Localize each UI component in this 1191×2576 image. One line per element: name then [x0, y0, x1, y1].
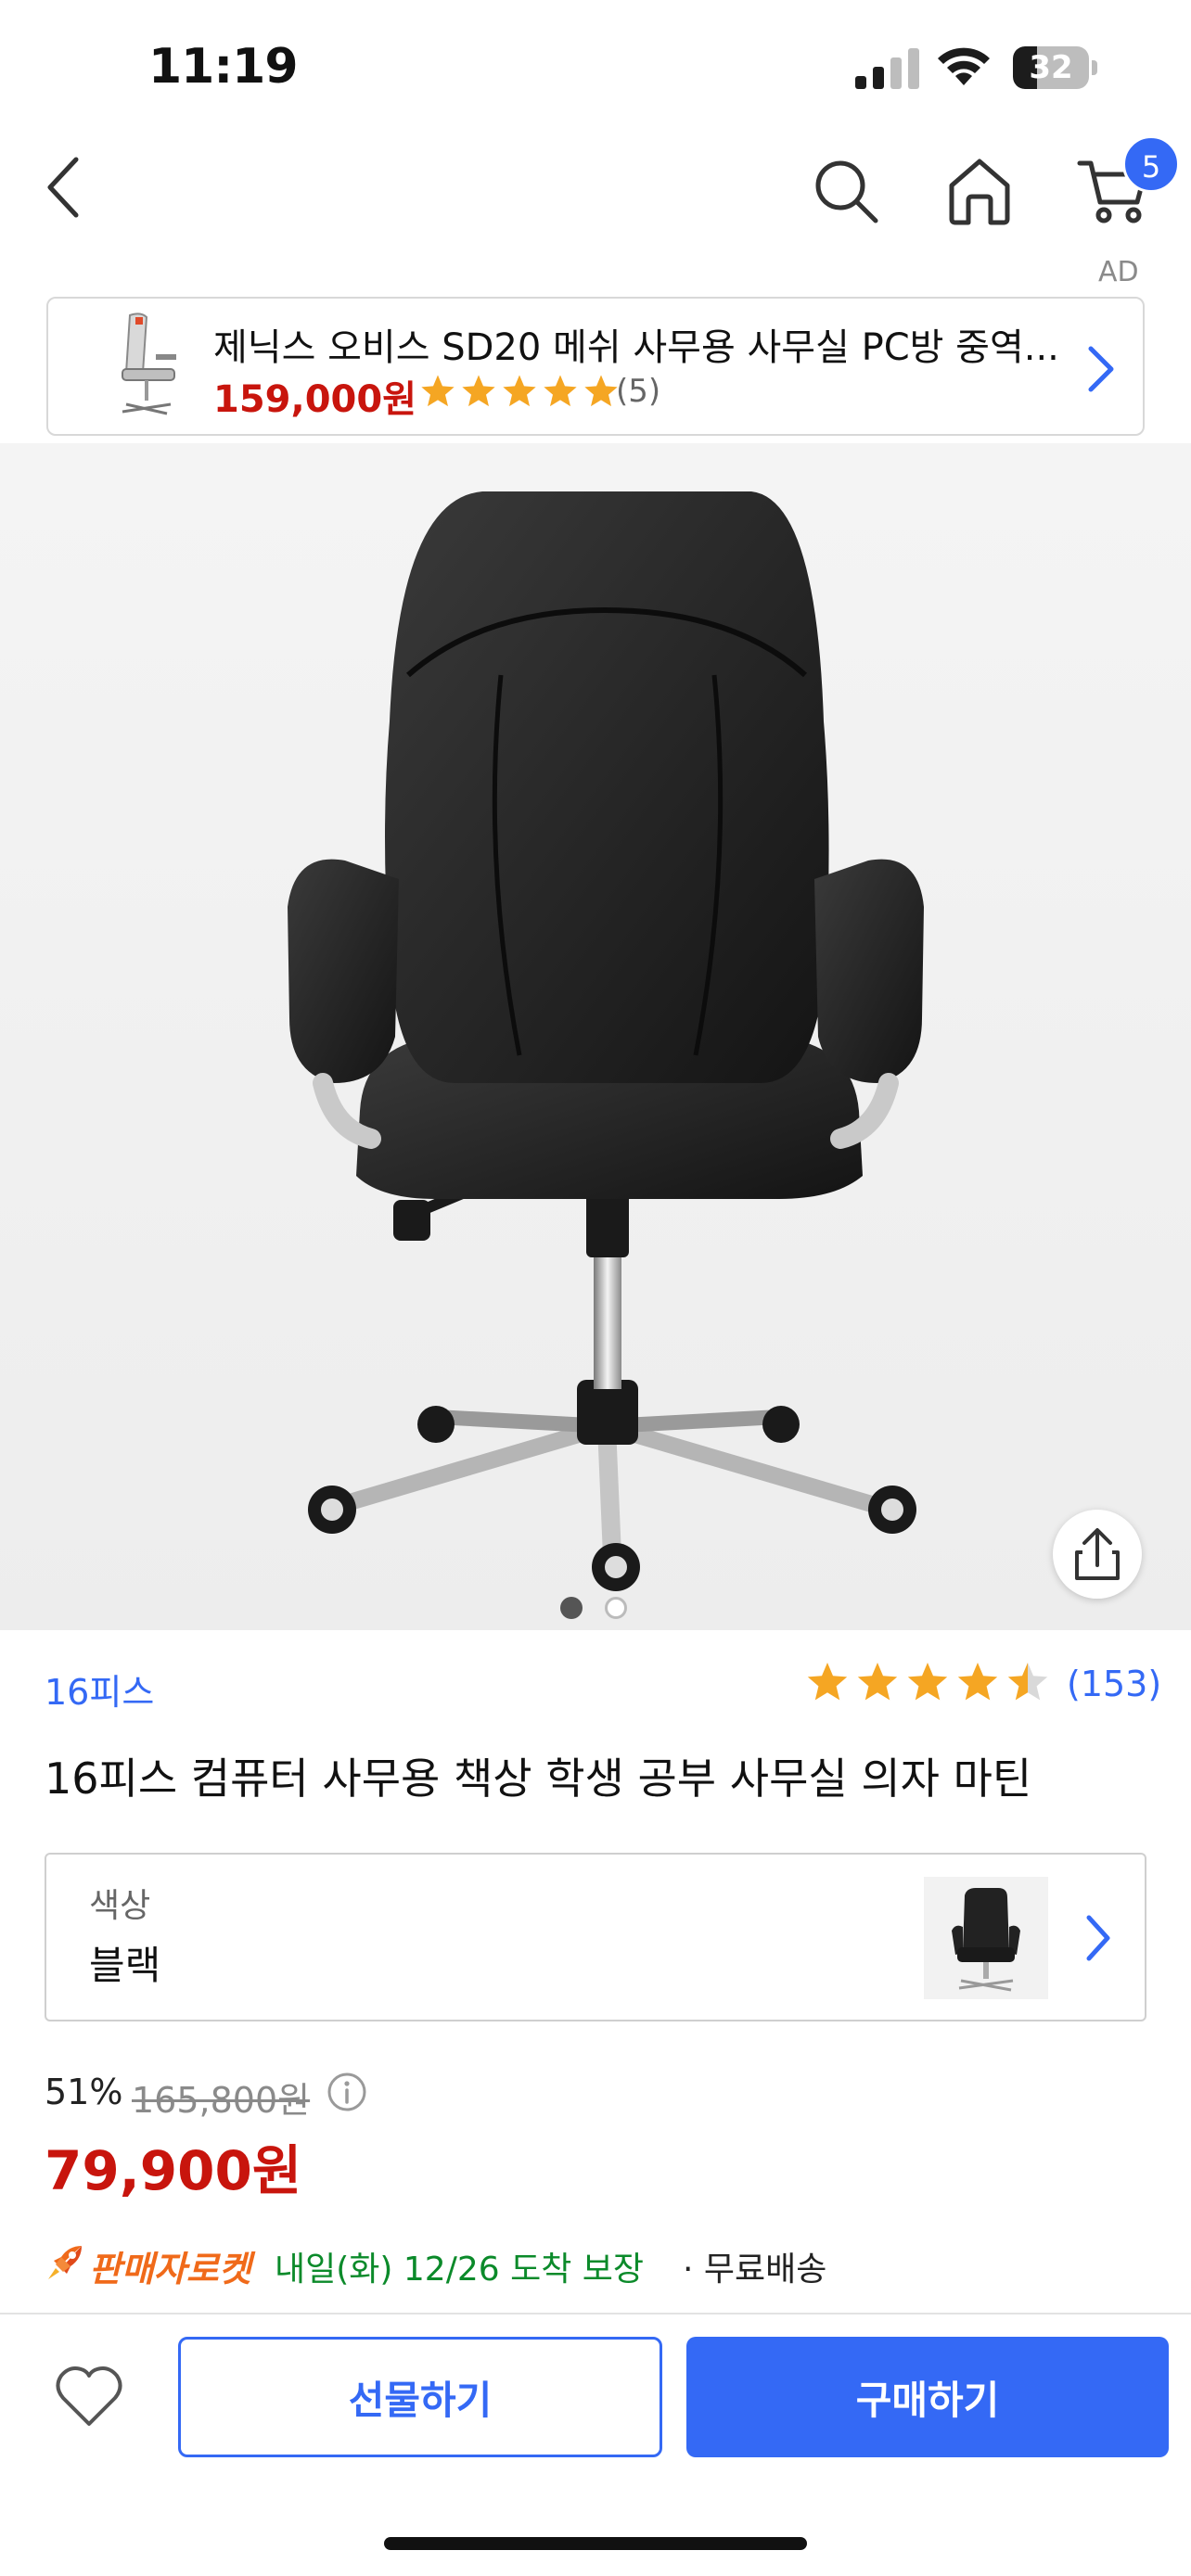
option-selector[interactable]: 색상 블랙 — [45, 1853, 1146, 2021]
battery-percent: 32 — [1029, 49, 1073, 86]
wifi-icon — [938, 47, 990, 85]
chevron-right-icon — [1086, 1915, 1110, 1961]
heart-icon[interactable] — [52, 2363, 126, 2429]
star-icon — [584, 375, 618, 407]
product-image-gallery[interactable] — [0, 443, 1191, 1630]
gallery-dot[interactable] — [560, 1597, 583, 1619]
brand-link[interactable]: 16피스 — [45, 1664, 154, 1715]
ad-product-thumbnail — [85, 308, 206, 427]
status-time: 11:19 — [148, 39, 299, 95]
home-indicator — [384, 2537, 807, 2550]
star-icon — [957, 1663, 998, 1701]
delivery-arrival: 내일(화) 12/26 도착 보장 — [275, 2251, 645, 2289]
original-price: 165,800원 — [132, 2080, 311, 2121]
sponsored-product-banner[interactable]: 제닉스 오비스 SD20 메쉬 사무용 사무실 PC방 중역... 159,00… — [46, 297, 1145, 436]
review-count-link[interactable]: (153) — [1067, 1664, 1161, 1704]
gallery-pagination-dots — [560, 1597, 627, 1619]
bottom-bar-divider — [0, 2313, 1191, 2315]
star-icon — [462, 375, 495, 407]
cart-count-badge: 5 — [1122, 135, 1180, 193]
cellular-signal-icon — [855, 48, 919, 89]
ad-rating-stars — [419, 373, 620, 410]
battery-icon: 32 — [1013, 46, 1098, 89]
ad-label: AD — [1098, 256, 1139, 288]
chevron-right-icon — [1088, 346, 1114, 392]
office-chair-image — [288, 491, 924, 1591]
buy-button[interactable]: 구매하기 — [686, 2337, 1169, 2457]
home-icon[interactable] — [944, 154, 1015, 228]
ad-product-title: 제닉스 오비스 SD20 메쉬 사무용 사무실 PC방 중역... — [213, 326, 1059, 369]
sale-price: 79,900원 — [45, 2139, 302, 2202]
star-icon — [907, 1663, 948, 1701]
star-icon — [1007, 1663, 1048, 1701]
option-thumbnail — [924, 1877, 1048, 1999]
product-rating-stars[interactable] — [805, 1660, 1050, 1704]
gift-button[interactable]: 선물하기 — [178, 2337, 662, 2457]
back-icon[interactable] — [37, 150, 93, 224]
star-icon — [544, 375, 577, 407]
search-icon[interactable] — [809, 154, 883, 228]
gallery-dot[interactable] — [605, 1597, 627, 1619]
star-icon — [503, 375, 536, 407]
option-value: 블랙 — [89, 1943, 161, 1988]
discount-rate: 51% — [45, 2072, 123, 2112]
star-icon — [807, 1663, 848, 1701]
star-icon — [857, 1663, 898, 1701]
product-title: 16피스 컴퓨터 사무용 책상 학생 공부 사무실 의자 마틴 — [45, 1753, 1032, 1804]
rocket-icon — [48, 2246, 82, 2279]
share-icon — [1075, 1528, 1120, 1580]
ad-product-price: 159,000원 — [213, 378, 416, 421]
info-icon[interactable] — [327, 2072, 367, 2112]
option-label: 색상 — [89, 1887, 151, 1925]
ad-review-count: (5) — [616, 373, 661, 410]
star-icon — [421, 375, 455, 407]
seller-rocket-badge: 판매자로켓 — [89, 2249, 251, 2289]
share-button[interactable] — [1053, 1510, 1142, 1599]
shipping-fee: · 무료배송 — [683, 2251, 827, 2289]
